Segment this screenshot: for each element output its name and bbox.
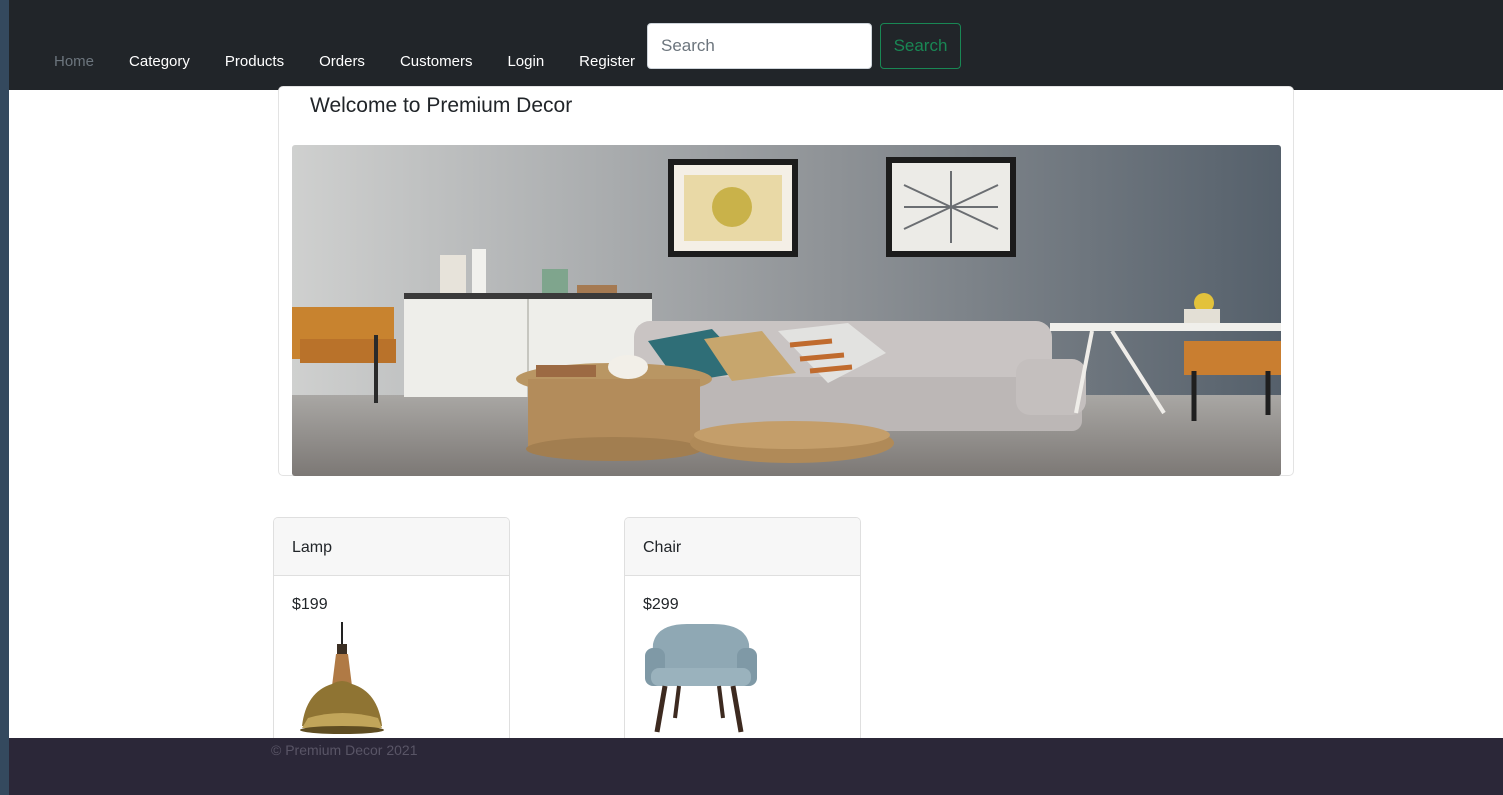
nav-customers[interactable]: Customers	[400, 53, 473, 70]
product-card-chair[interactable]: Chair $299	[624, 517, 861, 757]
search-input[interactable]	[647, 23, 872, 69]
product-name: Lamp	[274, 518, 509, 576]
product-price: $299	[643, 596, 679, 613]
nav-login[interactable]: Login	[507, 53, 544, 70]
footer: © Premium Decor 2021	[9, 738, 1503, 795]
hero-card: Welcome to Premium Decor	[278, 86, 1294, 476]
main-content: Welcome to Premium Decor Lamp $199 Chair…	[9, 86, 1503, 757]
nav-home[interactable]: Home	[54, 53, 94, 70]
window-edge	[0, 0, 9, 795]
product-card-lamp[interactable]: Lamp $199	[273, 517, 510, 757]
nav-links: Home Category Products Orders Customers …	[54, 53, 670, 70]
hero-image	[292, 145, 1281, 476]
nav-orders[interactable]: Orders	[319, 53, 365, 70]
chair-image	[639, 622, 759, 742]
product-price: $199	[292, 596, 328, 613]
nav-register[interactable]: Register	[579, 53, 635, 70]
lamp-image	[288, 622, 408, 742]
nav-products[interactable]: Products	[225, 53, 284, 70]
search-button[interactable]: Search	[880, 23, 961, 69]
footer-copyright: © Premium Decor 2021	[271, 742, 418, 758]
nav-category[interactable]: Category	[129, 53, 190, 70]
product-name: Chair	[625, 518, 860, 576]
hero-title: Welcome to Premium Decor	[310, 94, 573, 117]
navbar: Home Category Products Orders Customers …	[9, 0, 1503, 90]
